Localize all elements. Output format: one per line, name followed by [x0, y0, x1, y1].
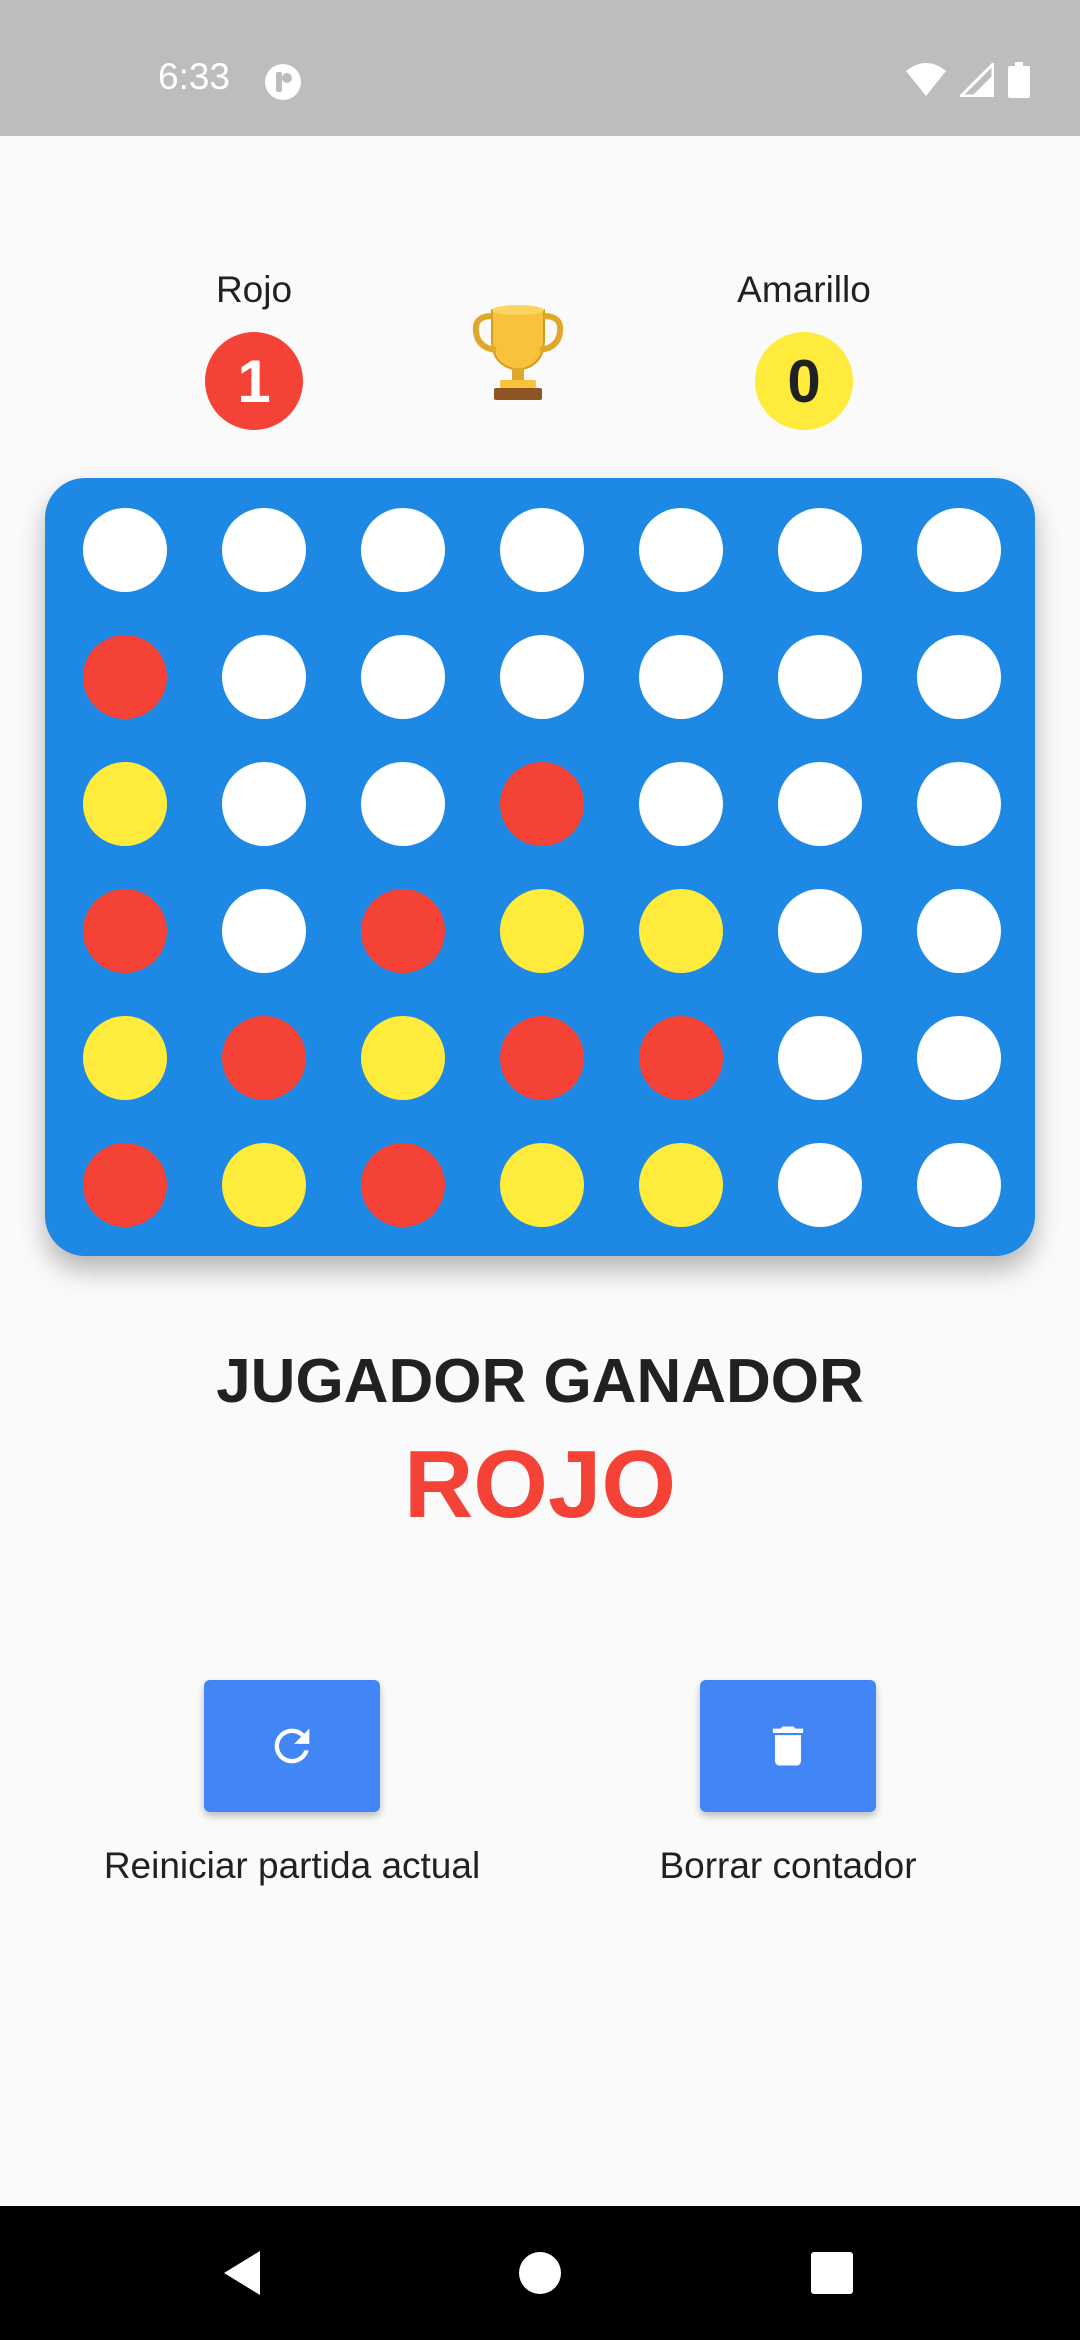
board-cell-red[interactable]: [361, 1143, 445, 1227]
result-title: JUGADOR GANADOR: [216, 1347, 864, 1416]
trash-icon: [772, 1726, 804, 1766]
board-cell-red[interactable]: [83, 1143, 167, 1227]
status-bar: 6:33: [0, 0, 1080, 136]
clear-counter-button[interactable]: [700, 1680, 876, 1812]
home-button[interactable]: [480, 2206, 600, 2340]
restart-label: Reiniciar partida actual: [103, 1845, 481, 1886]
trophy-icon: [472, 305, 564, 400]
board-cell-red[interactable]: [361, 889, 445, 973]
restart-button[interactable]: [204, 1680, 380, 1812]
board-cell-empty[interactable]: [778, 762, 862, 846]
game-board[interactable]: [45, 478, 1035, 1256]
refresh-icon: [274, 1728, 310, 1764]
board-cell-empty[interactable]: [361, 762, 445, 846]
board-cell-empty[interactable]: [917, 635, 1001, 719]
board-cell-red[interactable]: [222, 1016, 306, 1100]
board-cell-red[interactable]: [500, 1016, 584, 1100]
player-red-name: Rojo: [215, 269, 293, 310]
board-cell-empty[interactable]: [222, 762, 306, 846]
player-yellow-score: Amarillo 0: [674, 268, 934, 430]
board-cell-red[interactable]: [83, 635, 167, 719]
board-cell-red[interactable]: [500, 762, 584, 846]
battery-icon: [1008, 62, 1030, 98]
board-cell-yellow[interactable]: [222, 1143, 306, 1227]
board-cell-empty[interactable]: [917, 508, 1001, 592]
navigation-bar: [0, 2206, 1080, 2340]
board-cell-yellow[interactable]: [500, 1143, 584, 1227]
board-cell-yellow[interactable]: [500, 889, 584, 973]
board-cell-empty[interactable]: [778, 508, 862, 592]
home-icon: [519, 2252, 561, 2294]
board-cell-empty[interactable]: [917, 1016, 1001, 1100]
board-cell-empty[interactable]: [778, 635, 862, 719]
board-cell-empty[interactable]: [222, 635, 306, 719]
board-cell-yellow[interactable]: [639, 1143, 723, 1227]
recents-button[interactable]: [772, 2206, 892, 2340]
result-winner: ROJO: [403, 1431, 677, 1538]
board-cell-empty[interactable]: [222, 508, 306, 592]
board-cell-empty[interactable]: [500, 508, 584, 592]
board-cell-empty[interactable]: [639, 762, 723, 846]
player-red-score: Rojo 1: [124, 268, 384, 430]
board-cell-yellow[interactable]: [83, 762, 167, 846]
player-yellow-score-badge: 0: [755, 332, 853, 430]
signal-icon: [960, 63, 994, 97]
board-cell-empty[interactable]: [778, 1143, 862, 1227]
board-cell-empty[interactable]: [361, 635, 445, 719]
player-yellow-name: Amarillo: [737, 269, 871, 310]
board-cell-empty[interactable]: [778, 889, 862, 973]
board-cell-empty[interactable]: [917, 1143, 1001, 1227]
board-cell-empty[interactable]: [917, 762, 1001, 846]
board-cell-empty[interactable]: [639, 635, 723, 719]
recents-icon: [811, 2252, 853, 2294]
board-cell-empty[interactable]: [639, 508, 723, 592]
board-cell-yellow[interactable]: [83, 1016, 167, 1100]
back-icon: [224, 2251, 260, 2295]
board-cell-empty[interactable]: [83, 508, 167, 592]
board-cell-red[interactable]: [83, 889, 167, 973]
board-cell-empty[interactable]: [778, 1016, 862, 1100]
status-time: 6:33: [158, 56, 231, 97]
player-red-score-badge: 1: [205, 332, 303, 430]
board-cell-yellow[interactable]: [639, 889, 723, 973]
board-cell-yellow[interactable]: [361, 1016, 445, 1100]
app-notification-icon: [265, 64, 301, 100]
clear-counter-label: Borrar contador: [659, 1845, 917, 1886]
board-cell-empty[interactable]: [361, 508, 445, 592]
back-button[interactable]: [182, 2206, 302, 2340]
board-cell-empty[interactable]: [222, 889, 306, 973]
wifi-icon: [906, 63, 946, 96]
restart-action: Reiniciar partida actual: [62, 1680, 522, 1888]
status-icons: [906, 62, 1030, 98]
clear-action: Borrar contador: [558, 1680, 1018, 1888]
board-cell-empty[interactable]: [917, 889, 1001, 973]
board-cell-red[interactable]: [639, 1016, 723, 1100]
board-cell-empty[interactable]: [500, 635, 584, 719]
